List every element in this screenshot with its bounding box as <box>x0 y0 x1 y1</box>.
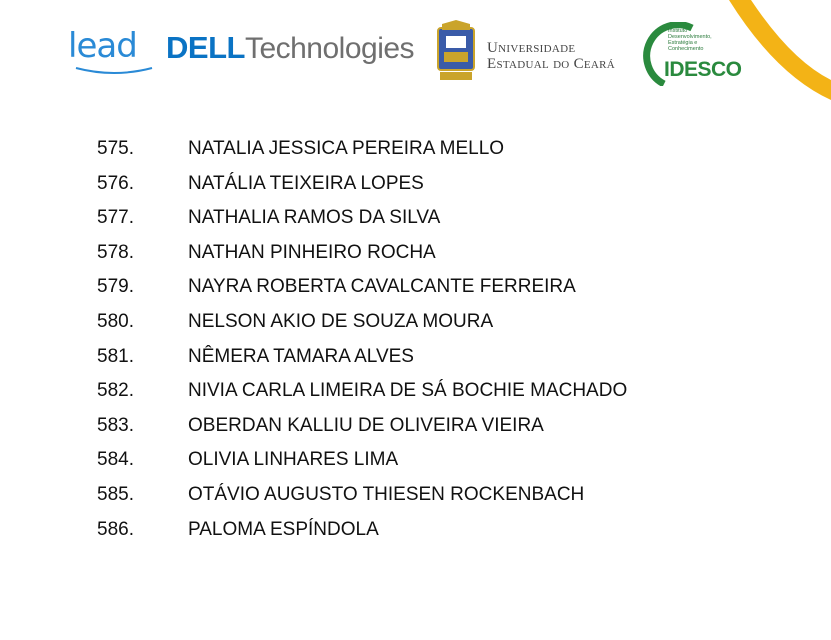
lead-logo: lead <box>68 22 158 76</box>
item-name: NAYRA ROBERTA CAVALCANTE FERREIRA <box>188 276 576 298</box>
idesco-subtitle: Instituto Desenvolvimento, Estratégia e … <box>668 28 712 52</box>
item-number: 583. <box>97 414 134 436</box>
item-name: OBERDAN KALLIU DE OLIVEIRA VIEIRA <box>188 414 544 436</box>
dell-technologies-logo: DELLTechnologies <box>166 30 415 74</box>
item-number: 584. <box>97 449 134 471</box>
list-item: 579. NAYRA ROBERTA CAVALCANTE FERREIRA <box>0 270 831 305</box>
item-number: 585. <box>97 483 134 505</box>
list-item: 586. PALOMA ESPÍNDOLA <box>0 513 831 548</box>
item-number: 582. <box>97 380 134 402</box>
item-name: NATHALIA RAMOS DA SILVA <box>188 207 441 229</box>
technologies-word: Technologies <box>244 32 415 65</box>
list-item: 585. OTÁVIO AUGUSTO THIESEN ROCKENBACH <box>0 478 831 513</box>
item-name: NATALIA JESSICA PEREIRA MELLO <box>188 138 505 159</box>
lead-swoosh-icon <box>75 67 153 74</box>
uece-line-2: Estadual do Ceará <box>487 56 616 72</box>
item-name: NELSON AKIO DE SOUZA MOURA <box>188 310 494 332</box>
header-logos: lead DELLTechnologies Universidade Estad… <box>0 0 831 100</box>
list-item: 584. OLIVIA LINHARES LIMA <box>0 443 831 478</box>
item-number: 581. <box>97 345 134 367</box>
item-name: OLIVIA LINHARES LIMA <box>188 449 399 471</box>
item-name: PALOMA ESPÍNDOLA <box>188 518 379 540</box>
item-number: 586. <box>97 518 134 540</box>
list-item: 583. OBERDAN KALLIU DE OLIVEIRA VIEIRA <box>0 409 831 444</box>
item-name: NIVIA CARLA LIMEIRA DE SÁ BOCHIE MACHADO <box>188 380 628 402</box>
lead-logo-text: lead <box>68 26 138 66</box>
idesco-logo-word: IDESCO <box>664 58 742 81</box>
list-item: 576. NATÁLIA TEIXEIRA LOPES <box>0 167 831 202</box>
list-item: 575. NATALIA JESSICA PEREIRA MELLO <box>0 132 831 167</box>
item-number: 580. <box>97 310 134 332</box>
list-item: 578. NATHAN PINHEIRO ROCHA <box>0 236 831 271</box>
item-name: OTÁVIO AUGUSTO THIESEN ROCKENBACH <box>188 483 585 505</box>
item-number: 577. <box>97 207 134 229</box>
uece-logo-text: Universidade Estadual do Ceará <box>487 40 615 72</box>
list-item: 577. NATHALIA RAMOS DA SILVA <box>0 201 831 236</box>
uece-crest-icon <box>437 20 475 80</box>
item-number: 576. <box>97 172 134 194</box>
item-number: 575. <box>97 138 134 159</box>
list-item: 582. NIVIA CARLA LIMEIRA DE SÁ BOCHIE MAC… <box>0 374 831 409</box>
list-item: 581. NÊMERA TAMARA ALVES <box>0 340 831 375</box>
uece-line-1: Universidade <box>487 40 576 56</box>
idesco-logo: Instituto Desenvolvimento, Estratégia e … <box>642 22 757 86</box>
dell-logo-word: DELL <box>166 30 245 65</box>
item-name: NATHAN PINHEIRO ROCHA <box>188 241 436 263</box>
name-list: 575. NATALIA JESSICA PEREIRA MELLO 576. NA… <box>0 132 831 547</box>
item-number: 578. <box>97 241 134 263</box>
list-item: 580. NELSON AKIO DE SOUZA MOURA <box>0 305 831 340</box>
item-number: 579. <box>97 276 134 298</box>
item-name: NÊMERA TAMARA ALVES <box>188 345 414 367</box>
item-name: NATÁLIA TEIXEIRA LOPES <box>188 172 424 194</box>
